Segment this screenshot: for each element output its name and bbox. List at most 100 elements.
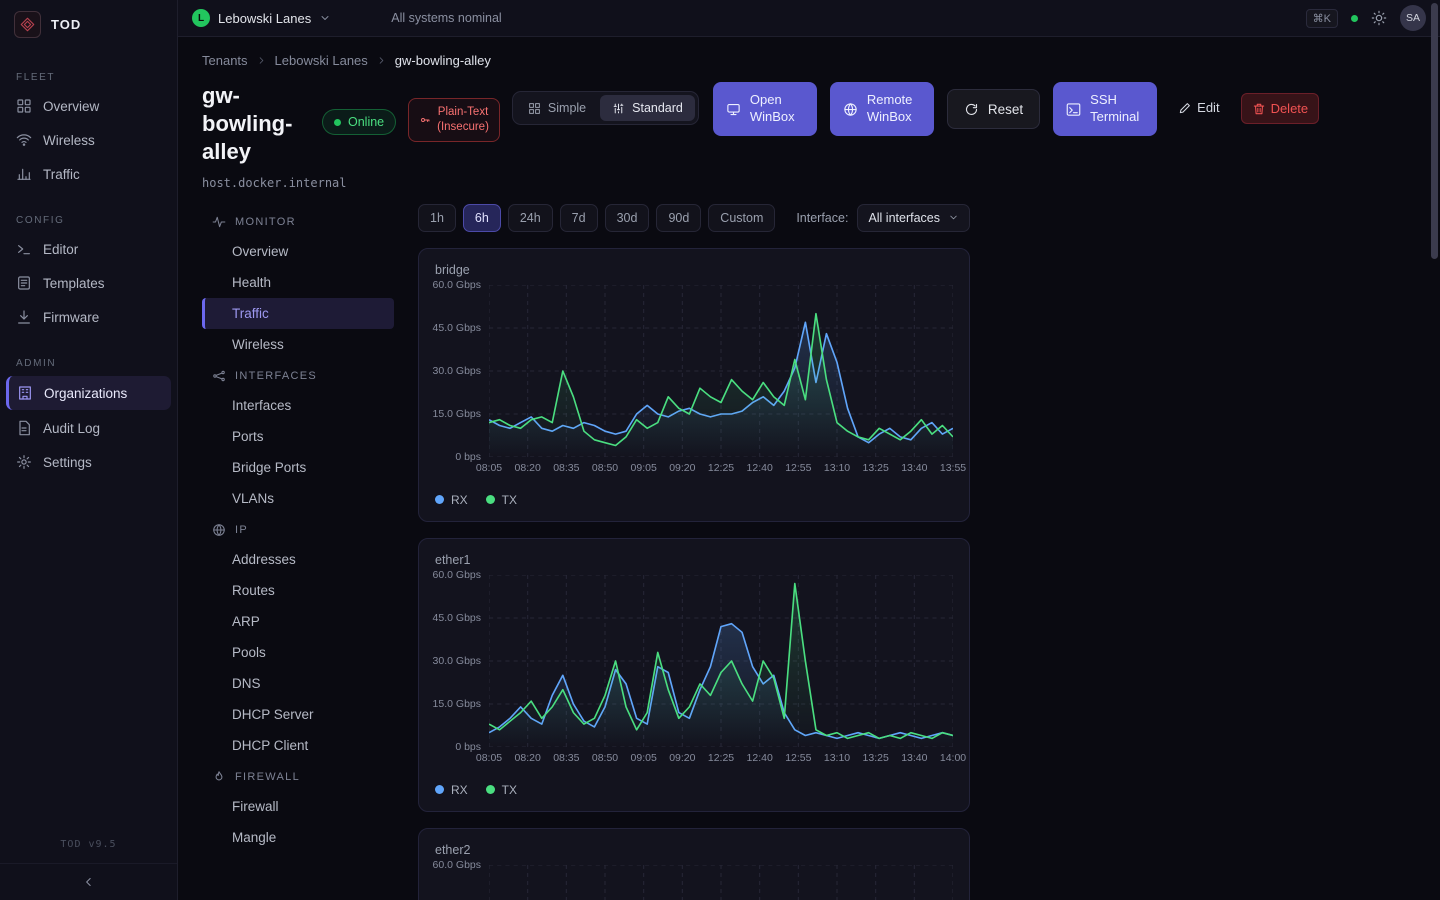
sidebar-item-overview[interactable]: Overview [0, 89, 177, 123]
range-6h-button[interactable]: 6h [463, 204, 501, 232]
range-7d-button[interactable]: 7d [560, 204, 598, 232]
delete-label: Delete [1271, 101, 1309, 116]
sidebar-item-audit-log[interactable]: Audit Log [0, 411, 177, 445]
subnav-item-traffic[interactable]: Traffic [202, 298, 394, 329]
legend-label: TX [502, 783, 517, 797]
chart-svg [489, 865, 953, 900]
range-90d-button[interactable]: 90d [656, 204, 701, 232]
sidebar-item-firmware[interactable]: Firmware [0, 300, 177, 334]
flame-icon [212, 770, 226, 784]
ssh-terminal-icon [1066, 102, 1081, 117]
x-tick-label: 12:40 [747, 752, 773, 764]
command-palette-shortcut[interactable]: ⌘K [1306, 9, 1338, 28]
mode-simple-button[interactable]: Simple [516, 95, 598, 121]
globe-icon [843, 102, 858, 117]
x-tick-label: 08:20 [515, 752, 541, 764]
sidebar-item-label: Traffic [43, 167, 80, 182]
sidebar-item-label: Organizations [44, 386, 127, 401]
gear-icon [16, 454, 32, 470]
subnav-item-routes[interactable]: Routes [202, 575, 394, 606]
subnav-item-overview[interactable]: Overview [202, 236, 394, 267]
sidebar-item-templates[interactable]: Templates [0, 266, 177, 300]
delete-button[interactable]: Delete [1241, 93, 1320, 124]
x-tick-label: 08:50 [592, 462, 618, 474]
warning-label: Plain-Text (Insecure) [437, 105, 489, 135]
remote-winbox-label: Remote WinBox [867, 92, 921, 126]
terminal-icon [16, 241, 32, 257]
subnav-item-dns[interactable]: DNS [202, 668, 394, 699]
subnav-item-health[interactable]: Health [202, 267, 394, 298]
reset-label: Reset [988, 102, 1023, 117]
subnav-item-wireless[interactable]: Wireless [202, 329, 394, 360]
key-icon [419, 114, 431, 126]
legend-dot [435, 495, 444, 504]
x-tick-label: 12:55 [785, 462, 811, 474]
chevron-down-icon[interactable] [319, 12, 331, 24]
status-dot [1351, 15, 1358, 22]
audit-log-icon [16, 420, 32, 436]
x-tick-label: 08:05 [476, 462, 502, 474]
sidebar-section-admin: ADMIN [0, 348, 177, 375]
sidebar-collapse-button[interactable] [0, 863, 177, 900]
legend-item[interactable]: RX [435, 783, 468, 797]
subnav-section-firewall: FIREWALL [202, 761, 394, 791]
subnav-section-ip: IP [202, 514, 394, 544]
subnav-item-bridge-ports[interactable]: Bridge Ports [202, 452, 394, 483]
range-custom-button[interactable]: Custom [708, 204, 775, 232]
range-30d-button[interactable]: 30d [605, 204, 650, 232]
range-1h-button[interactable]: 1h [418, 204, 456, 232]
x-tick-label: 08:35 [553, 462, 579, 474]
user-avatar[interactable]: SA [1400, 5, 1426, 31]
subnav-item-dhcp-client[interactable]: DHCP Client [202, 730, 394, 761]
tenant-switcher[interactable]: Lebowski Lanes [218, 11, 311, 26]
subnav-section-interfaces: INTERFACES [202, 360, 394, 390]
x-tick-label: 14:00 [940, 752, 966, 764]
open-winbox-button[interactable]: Open WinBox [713, 82, 817, 136]
main-content: Tenants Lebowski Lanes gw-bowling-alley … [178, 37, 1440, 900]
legend-item[interactable]: TX [486, 783, 517, 797]
sidebar-item-label: Audit Log [43, 421, 100, 436]
legend-item[interactable]: TX [486, 493, 517, 507]
subnav-item-mangle[interactable]: Mangle [202, 822, 394, 853]
sidebar-item-settings[interactable]: Settings [0, 445, 177, 479]
x-tick-label: 09:20 [669, 462, 695, 474]
sidebar-item-traffic[interactable]: Traffic [0, 157, 177, 191]
subnav-item-interfaces[interactable]: Interfaces [202, 390, 394, 421]
sidebar-item-editor[interactable]: Editor [0, 232, 177, 266]
legend-label: RX [451, 493, 468, 507]
legend-dot [486, 785, 495, 794]
edit-button[interactable]: Edit [1170, 93, 1227, 122]
x-tick-label: 09:20 [669, 752, 695, 764]
theme-toggle-sun-icon[interactable] [1371, 10, 1387, 26]
mode-standard-label: Standard [632, 101, 683, 115]
mode-standard-button[interactable]: Standard [600, 95, 695, 121]
legend-item[interactable]: RX [435, 493, 468, 507]
subnav-item-addresses[interactable]: Addresses [202, 544, 394, 575]
subnav-item-pools[interactable]: Pools [202, 637, 394, 668]
subnav-item-vlans[interactable]: VLANs [202, 483, 394, 514]
breadcrumb-tenants[interactable]: Tenants [202, 53, 248, 68]
edit-label: Edit [1197, 100, 1219, 115]
x-tick-label: 12:40 [747, 462, 773, 474]
legend-dot [435, 785, 444, 794]
chart-legend: RX TX [435, 493, 953, 507]
remote-winbox-button[interactable]: Remote WinBox [830, 82, 934, 136]
subnav-item-firewall[interactable]: Firewall [202, 791, 394, 822]
sidebar-item-organizations[interactable]: Organizations [6, 376, 171, 410]
charts-column: 1h 6h 24h 7d 30d 90d Custom Interface: A… [418, 204, 970, 900]
download-icon [16, 309, 32, 325]
reset-button[interactable]: Reset [947, 89, 1040, 129]
range-24h-button[interactable]: 24h [508, 204, 553, 232]
logo-row[interactable]: TOD [0, 0, 177, 48]
sidebar-section-fleet: FLEET [0, 62, 177, 89]
ssh-terminal-button[interactable]: SSH Terminal [1053, 82, 1157, 136]
chart-plot: 08:0508:2008:3508:5009:0509:2012:2512:40… [489, 865, 953, 900]
sidebar-item-wireless[interactable]: Wireless [0, 123, 177, 157]
x-tick-label: 13:40 [901, 462, 927, 474]
subnav-item-ports[interactable]: Ports [202, 421, 394, 452]
subnav-item-arp[interactable]: ARP [202, 606, 394, 637]
breadcrumb-tenant[interactable]: Lebowski Lanes [275, 53, 368, 68]
interface-select[interactable]: All interfaces [857, 204, 970, 232]
subnav-item-dhcp-server[interactable]: DHCP Server [202, 699, 394, 730]
vertical-scrollbar[interactable] [1431, 3, 1438, 259]
